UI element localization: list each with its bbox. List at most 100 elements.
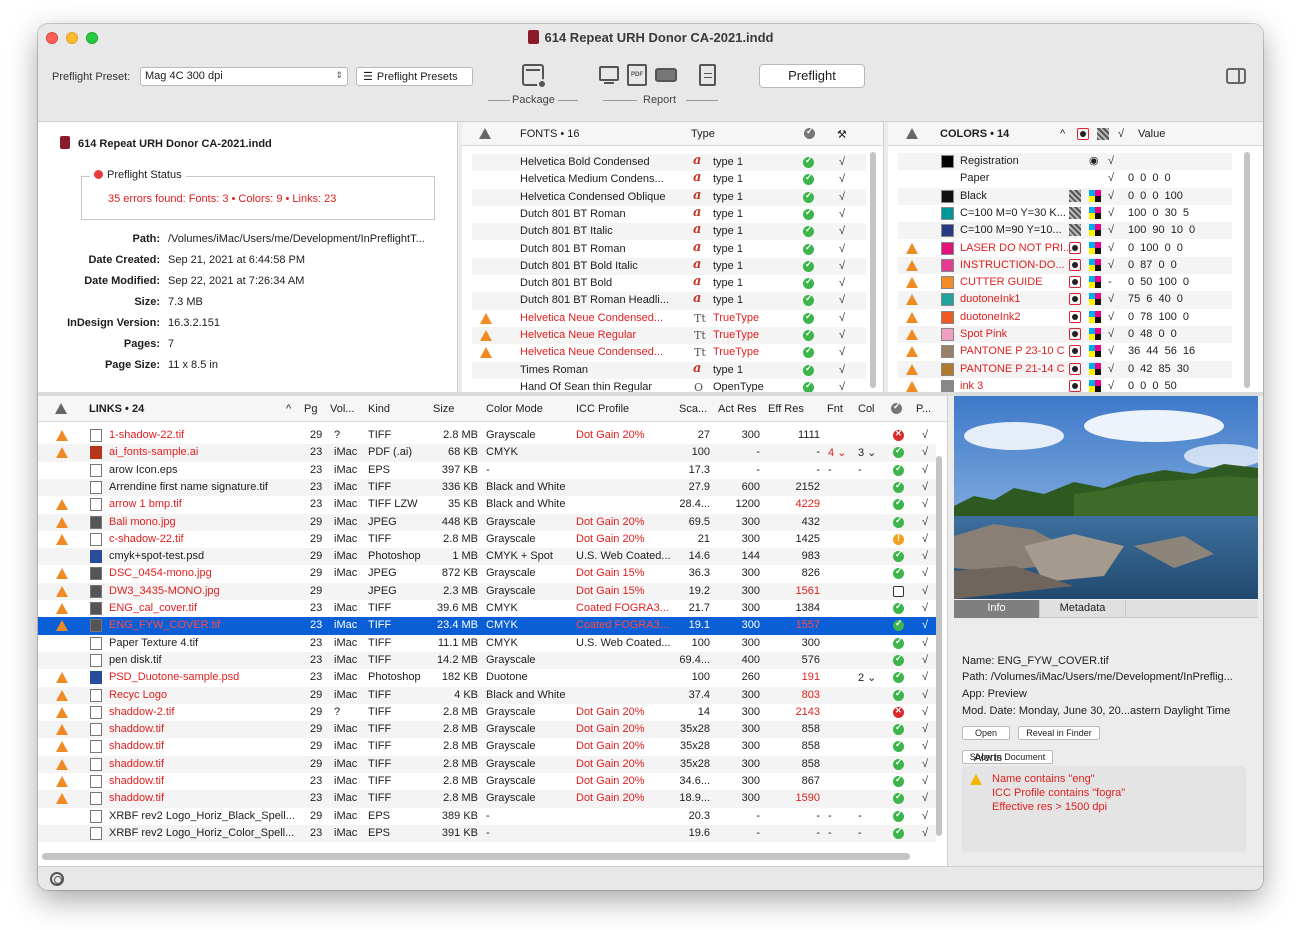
reveal-in-finder-button[interactable]: Reveal in Finder [1018, 726, 1100, 740]
link-row[interactable]: cmyk+spot-test.psd 29 iMac Photoshop 1 MB CMY… [38, 548, 936, 566]
display-report-icon[interactable] [599, 66, 619, 81]
colors-value-column[interactable]: Value [1138, 128, 1165, 140]
color-row[interactable]: PANTONE P 23-10 C √ 36 44 56 16 [898, 343, 1232, 360]
font-row[interactable]: Times Roman a type 1 √ [472, 361, 866, 379]
preflight-button[interactable]: Preflight [759, 64, 865, 88]
font-row[interactable]: Helvetica Medium Condens... a type 1 √ [472, 170, 866, 188]
sort-ascending-icon[interactable]: ^ [1060, 128, 1065, 140]
link-row[interactable]: ENG_cal_cover.tif 23 iMac TIFF 39.6 MB CMYK Co… [38, 600, 936, 617]
column-header[interactable]: Eff Res [768, 403, 804, 415]
color-row[interactable]: Paper √ 0 0 0 0 [898, 170, 1232, 187]
links-title[interactable]: LINKS • 24 [89, 403, 144, 415]
status-column-icon[interactable] [804, 126, 815, 139]
link-row[interactable]: XRBF rev2 Logo_Horiz_Color_Spell... 23 iMa… [38, 824, 936, 843]
column-header[interactable]: Pg [304, 403, 317, 415]
color-row[interactable]: C=100 M=90 Y=10... √ 100 90 10 0 [898, 222, 1232, 240]
color-row[interactable]: CUTTER GUIDE - 0 50 100 0 [898, 274, 1232, 291]
link-row[interactable]: DW3_3435-MONO.jpg 29 JPEG 2.3 MB Grayscale Do… [38, 582, 936, 600]
tab-info[interactable]: Info [954, 600, 1040, 618]
colors-scrollbar[interactable] [1244, 152, 1250, 388]
fix-column-icon[interactable]: ⚒ [837, 128, 847, 141]
link-page: 29 [310, 740, 323, 753]
font-row[interactable]: Hand Of Sean thin Regular O OpenType √ [472, 379, 866, 392]
text-report-icon[interactable] [699, 64, 716, 86]
column-header[interactable]: Act Res [718, 403, 757, 415]
link-row[interactable]: XRBF rev2 Logo_Horiz_Black_Spell... 29 iMa… [38, 808, 936, 825]
link-row[interactable]: c-shadow-22.tif 29 iMac TIFF 2.8 MB Grayscale… [38, 531, 936, 548]
color-row[interactable]: Spot Pink √ 0 48 0 0 [898, 326, 1232, 344]
font-row[interactable]: Helvetica Bold Condensed a type 1 √ [472, 153, 866, 172]
open-button[interactable]: Open [962, 726, 1010, 740]
fonts-scrollbar[interactable] [870, 152, 876, 388]
link-row[interactable]: ENG_FYW_COVER.tif 23 iMac TIFF 23.4 MB CMYK Co… [38, 617, 936, 635]
link-row[interactable]: shaddow.tif 23 iMac TIFF 2.8 MB Grayscale Dot … [38, 790, 936, 808]
sidebar-toggle-icon[interactable] [1226, 68, 1246, 84]
link-row[interactable]: 1-shadow-22.tif 29? TIFF 2.8 MB Grayscale Dot… [38, 427, 936, 444]
color-row[interactable]: LASER DO NOT PRI... √ 0 100 0 0 [898, 240, 1232, 257]
warning-column-icon[interactable] [906, 128, 918, 139]
link-row[interactable]: shaddow.tif 29 iMac TIFF 2.8 MB Grayscale Dot … [38, 738, 936, 755]
color-row[interactable]: Registration ◉ √ [898, 153, 1232, 171]
color-row[interactable]: duotoneInk2 √ 0 78 100 0 [898, 309, 1232, 326]
links-horizontal-scrollbar[interactable] [42, 853, 910, 860]
print-report-icon[interactable] [655, 68, 677, 82]
color-row[interactable]: PANTONE P 21-14 C √ 0 42 85 30 [898, 360, 1232, 378]
color-row[interactable]: duotoneInk1 √ 75 6 40 0 [898, 291, 1232, 309]
color-row[interactable]: Black √ 0 0 0 100 [898, 187, 1232, 205]
warning-column-icon[interactable] [479, 128, 491, 139]
fonts-type-column[interactable]: Type [691, 128, 715, 140]
link-row[interactable]: ai_fonts-sample.ai 23 iMac PDF (.ai) 68 KB CM… [38, 444, 936, 462]
font-row[interactable]: Helvetica Neue Condensed... Tt TrueType √ [472, 310, 866, 327]
font-row[interactable]: Dutch 801 BT Roman Headli... a type 1 √ [472, 291, 866, 310]
column-header[interactable]: Col [858, 403, 875, 415]
link-row[interactable]: arrow 1 bmp.tif 23 iMac TIFF LZW 35 KB Black … [38, 496, 936, 513]
link-row[interactable]: shaddow.tif 29 iMac TIFF 2.8 MB Grayscale Dot … [38, 721, 936, 739]
package-icon[interactable] [522, 64, 547, 89]
link-row[interactable]: Bali mono.jpg 29 iMac JPEG 448 KB Grayscale Do… [38, 513, 936, 531]
font-row[interactable]: Dutch 801 BT Italic a type 1 √ [472, 222, 866, 241]
color-row[interactable]: C=100 M=0 Y=30 K... √ 100 0 30 5 [898, 205, 1232, 222]
preset-select[interactable]: Mag 4C 300 dpi ⇕ [140, 67, 348, 86]
link-row[interactable]: Arrendine first name signature.tif 23 iMac… [38, 478, 936, 497]
colors-title[interactable]: COLORS • 14 [940, 128, 1009, 140]
link-row[interactable]: shaddow.tif 23 iMac TIFF 2.8 MB Grayscale Dot … [38, 773, 936, 790]
color-row[interactable]: INSTRUCTION-DO... √ 0 87 0 0 [898, 256, 1232, 275]
column-header[interactable]: Vol... [330, 403, 354, 415]
font-row[interactable]: Dutch 801 BT Bold a type 1 √ [472, 274, 866, 292]
pdf-report-icon[interactable]: PDF [627, 64, 647, 86]
column-header[interactable]: Size [433, 403, 454, 415]
link-row[interactable]: arow Icon.eps23iMacEPS397 KB-17.3----√ [38, 462, 936, 479]
link-row[interactable]: DSC_0454-mono.jpg 29 iMac JPEG 872 KB Graysca… [38, 565, 936, 582]
column-header[interactable]: Sca... [679, 403, 707, 415]
link-row[interactable]: Paper Texture 4.tif 23 iMac TIFF 11.1 MB CMYK… [38, 635, 936, 652]
preflight-presets-button[interactable]: ☰ Preflight Presets [356, 67, 473, 86]
font-row[interactable]: Helvetica Neue Condensed... Tt TrueType √ [472, 344, 866, 361]
column-header[interactable]: Fnt [827, 403, 843, 415]
sort-ascending-icon[interactable]: ^ [286, 403, 291, 415]
font-row[interactable]: Helvetica Neue Regular Tt TrueType √ [472, 327, 866, 345]
color-row[interactable]: ink 3 √ 0 0 0 50 [898, 378, 1232, 392]
separation-column-icon[interactable] [1077, 128, 1089, 140]
status-column-icon[interactable] [891, 401, 902, 414]
settings-gear-icon[interactable] [50, 872, 64, 886]
link-row[interactable]: shaddow.tif 29 iMac TIFF 2.8 MB Grayscale Dot … [38, 755, 936, 773]
link-row[interactable]: shaddow-2.tif 29? TIFF 2.8 MB Grayscale Dot G… [38, 704, 936, 721]
links-vertical-scrollbar[interactable] [936, 456, 942, 836]
link-row[interactable]: Recyc Logo 29 iMac TIFF 4 KB Black and White 3… [38, 686, 936, 704]
column-header[interactable]: Kind [368, 403, 390, 415]
preflight-errors-summary[interactable]: 35 errors found: Fonts: 3 • Colors: 9 • … [108, 193, 336, 205]
column-header[interactable]: P... [916, 403, 931, 415]
process-column-icon[interactable] [1097, 128, 1109, 140]
column-header[interactable]: Color Mode [486, 403, 543, 415]
tab-metadata[interactable]: Metadata [1040, 600, 1126, 618]
font-row[interactable]: Helvetica Condensed Oblique a type 1 √ [472, 188, 866, 206]
column-header[interactable]: ICC Profile [576, 403, 629, 415]
font-row[interactable]: Dutch 801 BT Roman a type 1 √ [472, 240, 866, 258]
font-row[interactable]: Dutch 801 BT Bold Italic a type 1 √ [472, 257, 866, 276]
link-row[interactable]: PSD_Duotone-sample.psd 23 iMac Photoshop 182… [38, 669, 936, 686]
warning-column-icon[interactable] [55, 403, 67, 414]
font-row[interactable]: Dutch 801 BT Roman a type 1 √ [472, 205, 866, 223]
link-row[interactable]: pen disk.tif 23 iMac TIFF 14.2 MB Grayscale 69… [38, 651, 936, 670]
check-column-icon[interactable]: √ [1118, 128, 1124, 140]
fonts-title[interactable]: FONTS • 16 [520, 128, 579, 140]
